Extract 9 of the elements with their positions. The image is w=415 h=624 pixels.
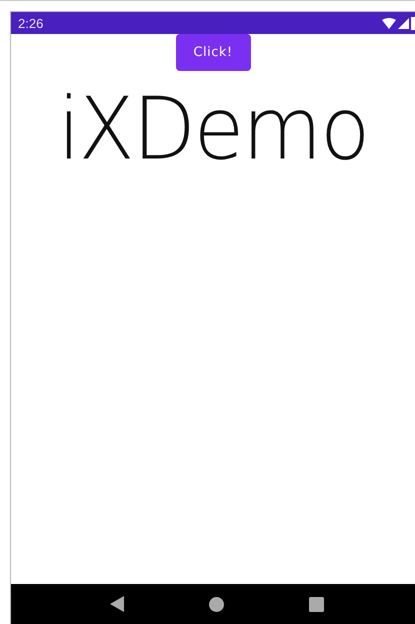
battery-icon [411,16,415,30]
app-title: iXDemo [58,80,368,180]
recents-icon[interactable] [309,596,324,612]
back-icon[interactable] [110,596,124,612]
click-button[interactable]: Click! [176,34,250,71]
signal-icon [398,18,409,28]
status-time: 2:26 [18,16,44,30]
wifi-icon [382,18,396,28]
home-icon[interactable] [208,596,224,612]
